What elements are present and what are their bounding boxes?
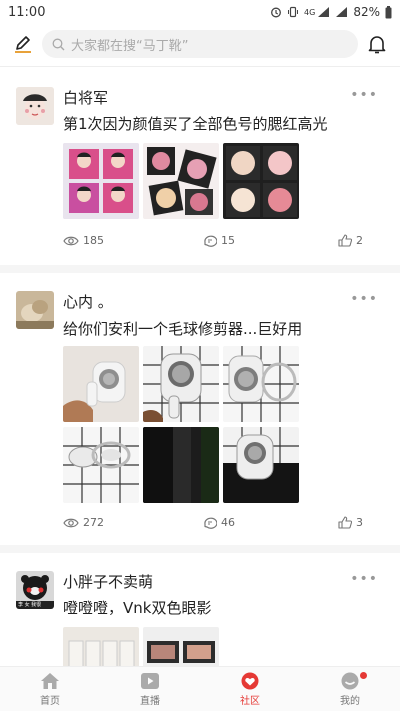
like-button[interactable]: 2 — [338, 234, 363, 247]
search-icon — [52, 38, 65, 50]
notification-dot — [360, 672, 367, 679]
nav-home[interactable]: 首页 — [0, 667, 100, 711]
alarm-icon — [271, 7, 281, 18]
post-image[interactable] — [143, 427, 219, 503]
comment-count: 15 — [221, 234, 235, 247]
nav-label: 直播 — [140, 695, 160, 707]
nav-profile[interactable]: 我的 — [300, 667, 400, 711]
view-count-value: 185 — [83, 234, 104, 247]
post-image[interactable] — [63, 346, 139, 422]
more-options-icon[interactable]: ••• — [350, 571, 378, 587]
post-image[interactable] — [63, 427, 139, 503]
top-bar: 大家都在搜“马丁靴” — [0, 24, 400, 64]
vibrate-icon — [288, 6, 299, 18]
community-feed[interactable]: 白将军 ••• 第1次因为颜值买了全部色号的腮红高光 185 15 2 心内 。… — [0, 67, 400, 666]
status-bar: 11:00 4G 82% — [0, 0, 400, 24]
username[interactable]: 白将军 — [63, 87, 108, 108]
community-icon — [241, 672, 259, 689]
view-count-value: 272 — [83, 516, 104, 529]
post-text[interactable]: 第1次因为颜值买了全部色号的腮红高光 — [63, 113, 328, 134]
nav-label: 社区 — [240, 695, 260, 707]
post-image[interactable] — [63, 627, 139, 666]
post-card[interactable]: 李 女 我很 小胖子不卖萌 ••• 噔噔噔，Vnk双色眼影 — [0, 551, 400, 666]
nav-community[interactable]: 社区 — [200, 667, 300, 711]
bottom-nav: 首页 直播 社区 我的 — [0, 666, 400, 711]
post-image[interactable] — [63, 143, 139, 219]
post-image[interactable] — [143, 627, 219, 666]
eye-icon — [63, 236, 79, 245]
battery-percent: 82% — [353, 5, 380, 19]
app-screen: 11:00 4G 82% 大家都在搜“马丁靴” 白将军 ••• 第1次因为颜值买… — [0, 0, 400, 711]
home-icon — [41, 672, 59, 689]
like-count: 2 — [356, 234, 363, 247]
post-image[interactable] — [223, 346, 299, 422]
post-text[interactable]: 给你们安利一个毛球修剪器...巨好用 — [63, 318, 302, 339]
live-icon — [141, 672, 159, 689]
thumbs-up-icon — [338, 234, 352, 247]
comment-button[interactable]: 46 — [203, 516, 235, 529]
thumbs-up-icon — [338, 516, 352, 529]
status-time: 11:00 — [8, 4, 46, 20]
comment-icon — [204, 235, 217, 247]
post-image[interactable] — [143, 143, 219, 219]
avatar[interactable] — [16, 291, 54, 329]
battery-icon — [385, 5, 392, 18]
comment-icon — [204, 517, 217, 529]
username[interactable]: 小胖子不卖萌 — [63, 571, 153, 592]
post-card[interactable]: 白将军 ••• 第1次因为颜值买了全部色号的腮红高光 185 15 2 — [0, 67, 400, 275]
more-options-icon[interactable]: ••• — [350, 87, 378, 103]
avatar-caption: 李 女 我很 — [18, 602, 42, 608]
avatar[interactable] — [16, 87, 54, 125]
nav-label: 我的 — [340, 695, 360, 707]
view-count: 185 — [63, 234, 104, 247]
post-actions: 185 15 2 — [0, 234, 400, 254]
post-actions: 272 46 3 — [0, 516, 400, 536]
nav-label: 首页 — [40, 695, 60, 707]
post-image[interactable] — [143, 346, 219, 422]
profile-icon — [341, 672, 359, 689]
post-image[interactable] — [223, 143, 299, 219]
avatar[interactable]: 李 女 我很 — [16, 571, 54, 609]
signal-icon-2 — [336, 7, 348, 17]
comment-button[interactable]: 15 — [203, 234, 235, 247]
eye-icon — [63, 518, 79, 527]
like-count: 3 — [356, 516, 363, 529]
more-options-icon[interactable]: ••• — [350, 291, 378, 307]
post-separator — [0, 265, 400, 273]
username[interactable]: 心内 。 — [63, 291, 113, 312]
status-icons: 4G 82% — [270, 5, 392, 19]
like-button[interactable]: 3 — [338, 516, 363, 529]
comment-count: 46 — [221, 516, 235, 529]
search-placeholder: 大家都在搜“马丁靴” — [71, 38, 189, 54]
view-count: 272 — [63, 516, 104, 529]
post-text[interactable]: 噔噔噔，Vnk双色眼影 — [63, 597, 211, 618]
edit-icon[interactable] — [12, 33, 34, 55]
post-image[interactable] — [223, 427, 299, 503]
post-card[interactable]: 心内 。 ••• 给你们安利一个毛球修剪器...巨好用 272 46 3 — [0, 273, 400, 553]
signal-icon — [318, 7, 330, 17]
network-type: 4G — [304, 7, 316, 17]
bell-icon[interactable] — [366, 33, 388, 55]
search-input[interactable]: 大家都在搜“马丁靴” — [42, 30, 358, 58]
nav-live[interactable]: 直播 — [100, 667, 200, 711]
